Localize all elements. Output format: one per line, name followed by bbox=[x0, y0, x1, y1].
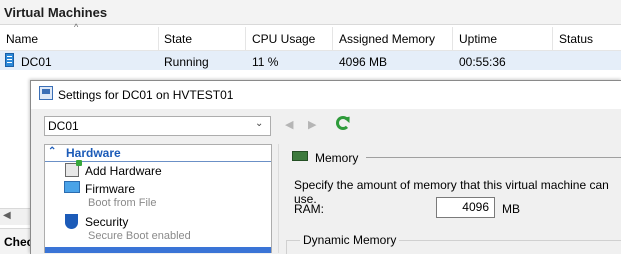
tree-item-add-hardware[interactable]: Add Hardware bbox=[85, 164, 162, 178]
settings-icon bbox=[39, 86, 53, 100]
column-divider[interactable] bbox=[245, 27, 246, 50]
column-assigned-memory[interactable]: Assigned Memory bbox=[339, 32, 435, 46]
column-divider[interactable] bbox=[452, 27, 453, 50]
dropdown-arrow-icon[interactable]: ⌄ bbox=[255, 118, 263, 129]
security-icon bbox=[65, 214, 78, 229]
tree-item-memory-selected[interactable] bbox=[45, 247, 271, 253]
tree-item-firmware-detail: Boot from File bbox=[88, 197, 157, 209]
table-row[interactable] bbox=[0, 51, 621, 70]
column-divider[interactable] bbox=[158, 27, 159, 50]
sort-up-icon: ^ bbox=[74, 22, 79, 32]
column-status[interactable]: Status bbox=[559, 32, 593, 46]
column-state[interactable]: State bbox=[164, 32, 192, 46]
column-divider[interactable] bbox=[332, 27, 333, 50]
dialog-title: Settings for DC01 on HVTEST01 bbox=[58, 88, 234, 102]
tree-item-firmware[interactable]: Firmware bbox=[85, 182, 135, 196]
column-uptime[interactable]: Uptime bbox=[459, 32, 497, 46]
vm-selector-value: DC01 bbox=[48, 119, 79, 133]
memory-icon bbox=[292, 151, 308, 161]
tree-item-security-detail: Secure Boot enabled bbox=[88, 230, 191, 242]
collapse-icon[interactable]: ⌃ bbox=[48, 146, 56, 157]
ram-label: RAM: bbox=[294, 202, 324, 216]
scroll-left-icon[interactable]: ◀ bbox=[3, 210, 11, 221]
column-divider[interactable] bbox=[552, 27, 553, 50]
checkpoints-title: Chec bbox=[4, 235, 34, 249]
tree-section-label: Hardware bbox=[66, 146, 121, 160]
back-icon[interactable]: ◀ bbox=[285, 118, 293, 131]
tree-item-security[interactable]: Security bbox=[85, 215, 128, 229]
vm-icon bbox=[5, 53, 14, 67]
dynamic-memory-label: Dynamic Memory bbox=[300, 233, 400, 247]
vm-panel-title: Virtual Machines bbox=[4, 5, 108, 20]
memory-heading: Memory bbox=[315, 151, 359, 165]
vm-memory-cell: 4096 MB bbox=[339, 55, 388, 69]
vm-state-cell: Running bbox=[164, 55, 209, 69]
memory-heading-rule bbox=[366, 157, 621, 158]
pane-divider bbox=[278, 144, 279, 253]
vm-name-cell: DC01 bbox=[21, 55, 52, 69]
ram-input[interactable]: 4096 bbox=[436, 197, 495, 218]
ram-unit: MB bbox=[502, 202, 520, 216]
column-cpu-usage[interactable]: CPU Usage bbox=[252, 32, 315, 46]
vm-cpu-cell: 11 % bbox=[252, 55, 279, 69]
firmware-icon bbox=[64, 181, 80, 193]
add-hardware-icon bbox=[65, 160, 82, 177]
vm-uptime-cell: 00:55:36 bbox=[459, 55, 506, 69]
forward-icon[interactable]: ▶ bbox=[308, 118, 316, 131]
column-name[interactable]: Name bbox=[6, 32, 38, 46]
